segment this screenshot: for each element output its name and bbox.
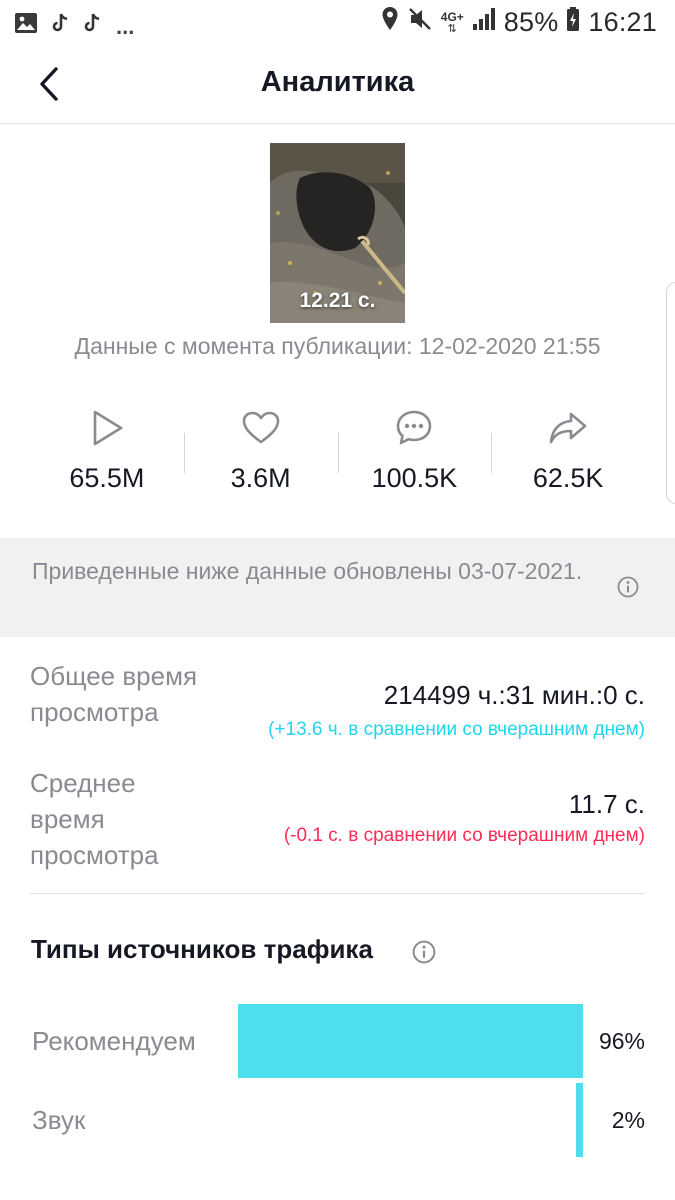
comments-count: 100.5K [371, 463, 458, 493]
status-bar: ... 4G+ ⇅ 85% 16:21 [0, 0, 675, 48]
stat-likes: 3.6M [183, 405, 338, 505]
edge-panel-handle[interactable] [666, 282, 675, 504]
mute-icon [407, 6, 433, 39]
clock: 16:21 [588, 7, 657, 37]
total-watch-time: Общее время просмотра 214499 ч.:31 мин.:… [30, 658, 645, 768]
video-stats: 65.5M 3.6M 100.5K 62.5K [30, 405, 645, 505]
update-banner-text: Приведенные ниже данные обновлены 03-07-… [32, 558, 583, 584]
heart-icon [242, 405, 280, 451]
video-thumbnail[interactable]: 12.21 с. [270, 143, 405, 323]
share-icon [548, 405, 588, 451]
stat-comments: 100.5K [337, 405, 492, 505]
signal-icon [472, 7, 496, 38]
battery-percent: 85% [503, 7, 559, 37]
app-header: Аналитика [0, 48, 675, 124]
average-watch-time-delta: (-0.1 с. в сравнении со вчерашним днем) [283, 825, 645, 846]
page-title: Аналитика [260, 66, 415, 98]
info-icon[interactable] [412, 940, 436, 969]
average-watch-time-value: 11.7 с. [568, 789, 645, 819]
more-notifications: ... [116, 14, 135, 39]
play-icon [89, 405, 125, 451]
traffic-sources-title: Типы источников трафика [31, 934, 373, 964]
stat-views: 65.5M [30, 405, 184, 505]
info-icon[interactable] [617, 576, 639, 603]
views-count: 65.5M [69, 463, 145, 493]
traffic-source-label: Рекомендуем [32, 1026, 196, 1056]
comment-icon [395, 405, 433, 451]
traffic-bar-track [238, 1083, 583, 1157]
traffic-percent: 96% [598, 1028, 645, 1054]
tiktok-icon [84, 13, 102, 38]
traffic-bar-track [238, 1004, 583, 1078]
traffic-bar [238, 1004, 583, 1078]
average-watch-time: Среднее время просмотра 11.7 с. (-0.1 с.… [30, 765, 645, 875]
traffic-source-label: Звук [32, 1105, 86, 1135]
video-duration: 12.21 с. [299, 289, 376, 312]
likes-count: 3.6M [230, 463, 291, 493]
traffic-source-row: Звук 2% [30, 1083, 645, 1159]
stat-shares: 62.5K [491, 405, 645, 505]
network-type: 4G+ ⇅ [440, 9, 464, 35]
traffic-percent: 2% [611, 1107, 645, 1133]
battery-icon [566, 6, 580, 39]
tiktok-icon [52, 13, 70, 38]
shares-count: 62.5K [532, 463, 604, 493]
update-banner: Приведенные ниже данные обновлены 03-07-… [0, 538, 675, 637]
traffic-bar [576, 1083, 583, 1157]
image-icon [14, 12, 38, 39]
published-date: Данные с момента публикации: 12-02-2020 … [74, 333, 601, 359]
traffic-source-row: Рекомендуем 96% [30, 1004, 645, 1080]
divider [30, 893, 645, 894]
total-watch-time-label: Общее время просмотра [30, 661, 198, 727]
total-watch-time-value: 214499 ч.:31 мин.:0 с. [383, 680, 645, 710]
total-watch-time-delta: (+13.6 ч. в сравнении со вчерашним днем) [268, 719, 645, 740]
average-watch-time-label: Среднее время просмотра [30, 768, 159, 870]
location-icon [381, 6, 399, 39]
